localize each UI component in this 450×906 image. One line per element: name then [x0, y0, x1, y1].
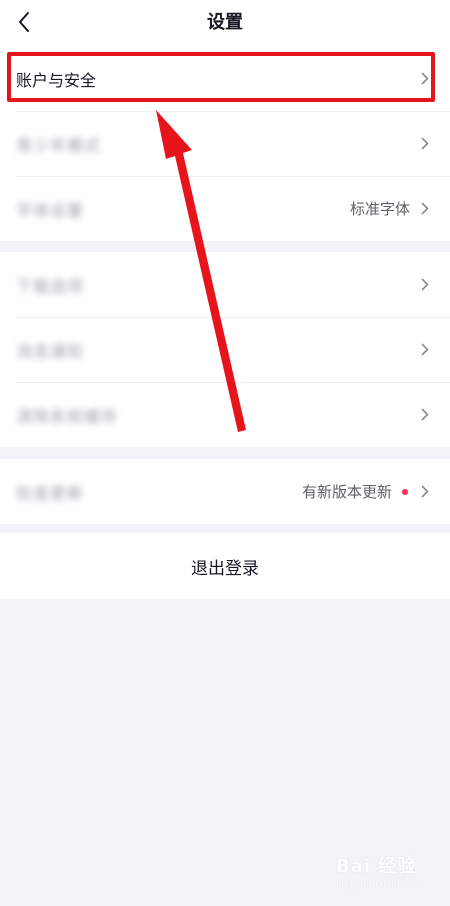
- settings-item-notifications[interactable]: 消息通知: [0, 317, 450, 382]
- watermark-url: jingyan.baidu.com: [336, 880, 420, 890]
- item-value: 标准字体: [349, 200, 410, 218]
- settings-group-2: 下载选项 消息通知 清除系统缓存: [0, 252, 450, 447]
- chevron-right-icon: [420, 278, 430, 292]
- item-label: 清除系统缓存: [16, 406, 119, 426]
- update-dot-badge: [402, 488, 408, 495]
- item-label: 字体设置: [16, 200, 85, 220]
- item-label: 青少年模式: [16, 135, 102, 155]
- highlight-box: [7, 52, 435, 102]
- settings-item-check-update[interactable]: 检查更新 有新版本更新: [0, 459, 450, 524]
- item-value: 有新版本更新: [301, 483, 392, 501]
- logout-label: 退出登录: [191, 558, 259, 579]
- settings-item-download[interactable]: 下载选项: [0, 252, 450, 317]
- top-bar: 设置: [0, 0, 450, 46]
- page-title: 设置: [207, 12, 243, 33]
- settings-item-teen-mode[interactable]: 青少年模式: [0, 111, 450, 176]
- chevron-right-icon: [420, 137, 430, 151]
- chevron-right-icon: [420, 202, 430, 216]
- settings-group-3: 检查更新 有新版本更新: [0, 459, 450, 524]
- watermark-logo: Bai 经验: [336, 856, 417, 877]
- logout-button[interactable]: 退出登录: [0, 533, 450, 599]
- item-label: 下载选项: [16, 276, 85, 296]
- settings-item-font[interactable]: 字体设置 标准字体: [0, 176, 450, 241]
- chevron-right-icon: [420, 408, 430, 422]
- item-label: 检查更新: [16, 483, 85, 503]
- chevron-right-icon: [420, 485, 430, 499]
- chevron-right-icon: [420, 343, 430, 357]
- settings-item-clear-cache[interactable]: 清除系统缓存: [0, 382, 450, 447]
- item-label: 消息通知: [16, 341, 85, 361]
